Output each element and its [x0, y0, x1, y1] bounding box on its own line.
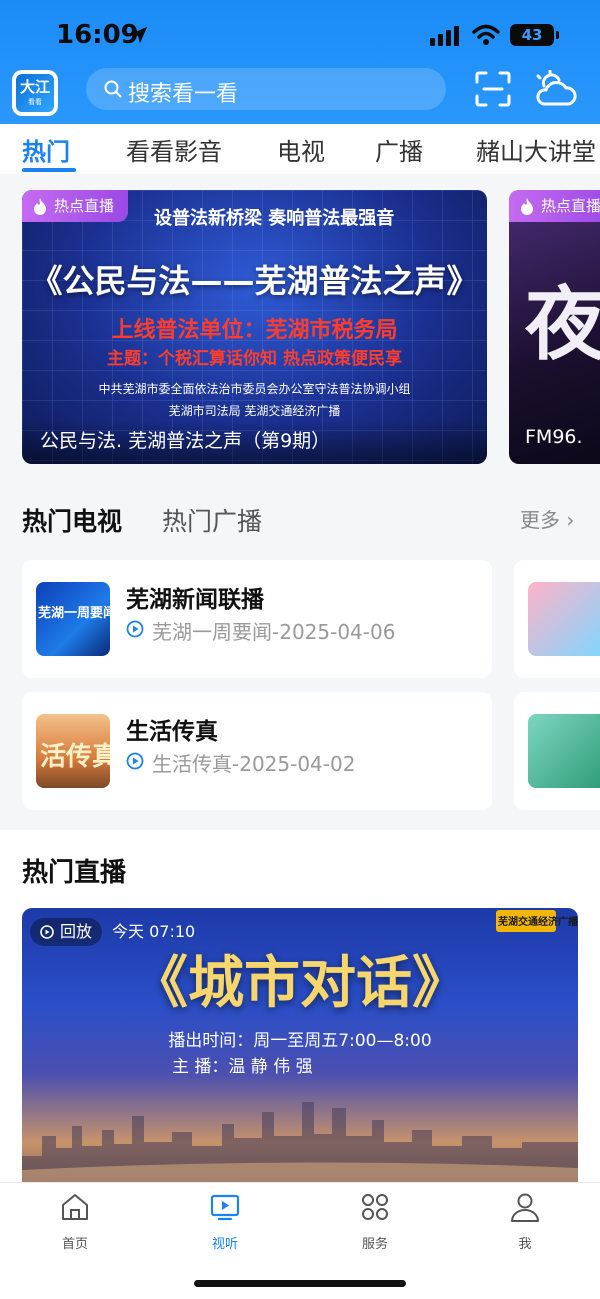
- play-screen-icon: [210, 1194, 240, 1221]
- search-icon: [104, 80, 122, 98]
- category-tabs: 热门 看看影音 电视 广播 赭山大讲堂: [0, 124, 600, 174]
- list-item[interactable]: 活传真 生活传真 生活传真-2025-04-02: [22, 692, 492, 810]
- nav-label: 我: [518, 1237, 532, 1252]
- cellular-signal-icon: [430, 26, 459, 46]
- nav-home[interactable]: 首页: [35, 1191, 115, 1261]
- scan-icon[interactable]: [474, 70, 512, 108]
- nav-label: 视听: [211, 1237, 238, 1252]
- banner-unit-line: 上线普法单位：芜湖市税务局: [111, 317, 398, 343]
- battery-indicator: 43: [510, 24, 554, 46]
- play-circle-icon: [126, 620, 144, 638]
- hot-live-badge: 热点直播: [22, 190, 129, 222]
- weather-icon[interactable]: [532, 70, 578, 108]
- banner-big-char: 夜: [525, 277, 600, 371]
- banner-main-title: 《公民与法——芜湖普法之声》: [30, 262, 479, 300]
- banner-org-line: 中共芜湖市委全面依法治市委员会办公室守法普法协调小组: [98, 382, 411, 396]
- wifi-icon: [472, 24, 500, 45]
- grid-icon: [362, 1194, 388, 1220]
- tab-hot-tv[interactable]: 热门电视: [22, 502, 122, 538]
- status-time: 16:09: [56, 20, 139, 50]
- city-skyline-image: [22, 1102, 578, 1184]
- banner-top-line: 设普法新桥梁 奏响普法最强音: [154, 208, 395, 229]
- play-circle-icon: [126, 752, 144, 770]
- home-indicator[interactable]: [194, 1280, 406, 1287]
- search-input[interactable]: 搜索看一看: [86, 68, 446, 110]
- nav-label: 首页: [61, 1237, 88, 1252]
- search-placeholder: 搜索看一看: [128, 82, 239, 107]
- thumbnail-text: 活传真: [40, 742, 110, 772]
- live-time: 今天 07:10: [112, 922, 196, 941]
- flame-icon: [521, 198, 533, 215]
- station-logo: 芜湖交通经济广播: [496, 910, 578, 932]
- live-hosts: 主 播：温 静 伟 强: [172, 1057, 313, 1077]
- app-logo[interactable]: 大江 看看: [12, 70, 58, 116]
- battery-level: 43: [521, 26, 543, 44]
- banner-topic-line: 主题：个税汇算话你知 热点政策便民享: [107, 349, 402, 369]
- live-card[interactable]: 《城市对话》 播出时间：周一至周五7:00—8:00 主 播：温 静 伟 强 回…: [22, 908, 578, 1184]
- tab-heshan-lecture[interactable]: 赭山大讲堂: [476, 132, 596, 167]
- program-thumbnail: 活传真: [36, 714, 110, 788]
- top-header: 16:09 43 大江 看看 搜索看一看: [0, 0, 600, 124]
- list-item[interactable]: [514, 560, 600, 678]
- thumbnail-text: 芜湖一周要闻: [38, 606, 110, 621]
- flame-icon: [34, 198, 46, 215]
- app-logo-subtext: 看看: [28, 98, 42, 106]
- status-bar: 16:09 43: [0, 0, 600, 64]
- tab-hot[interactable]: 热门: [22, 132, 70, 167]
- banner-caption: 公民与法. 芜湖普法之声（第9期）: [22, 420, 487, 464]
- nav-label: 服务: [361, 1237, 388, 1252]
- banner-card[interactable]: 设普法新桥梁 奏响普法最强音 《公民与法——芜湖普法之声》 上线普法单位：芜湖市…: [22, 190, 487, 464]
- battery-cap: [556, 31, 559, 39]
- live-program-title: 《城市对话》: [132, 950, 468, 1016]
- hot-live-badge: 热点直播: [509, 190, 600, 222]
- tab-radio[interactable]: 广播: [375, 132, 423, 167]
- list-item[interactable]: 芜湖一周要闻 芜湖新闻联播 芜湖一周要闻-2025-04-06: [22, 560, 492, 678]
- banner-org-line: 芜湖市司法局 芜湖交通经济广播: [168, 404, 341, 418]
- nav-services[interactable]: 服务: [335, 1191, 415, 1261]
- program-episode: 生活传真-2025-04-02: [152, 752, 356, 776]
- program-thumbnail: 芜湖一周要闻: [36, 582, 110, 656]
- program-episode: 芜湖一周要闻-2025-04-06: [152, 620, 396, 644]
- user-icon: [511, 1193, 539, 1222]
- program-thumbnail: [528, 714, 600, 788]
- tab-video-audio[interactable]: 看看影音: [126, 132, 222, 167]
- program-title: 生活传真: [126, 719, 218, 745]
- location-arrow-icon: [130, 26, 148, 44]
- home-icon: [62, 1194, 88, 1220]
- banner-card[interactable]: 夜 FM96. 热点直播: [509, 190, 600, 464]
- section-title: 热门直播: [22, 858, 127, 888]
- active-tab-indicator: [22, 168, 76, 172]
- replay-label: 回放: [30, 918, 103, 946]
- more-link[interactable]: 更多 ›: [520, 504, 574, 533]
- nav-me[interactable]: 我: [485, 1191, 565, 1261]
- app-logo-text: 大江: [19, 78, 50, 96]
- banner-caption: FM96.: [525, 426, 583, 448]
- program-title: 芜湖新闻联播: [126, 587, 264, 613]
- list-item[interactable]: [514, 692, 600, 810]
- program-thumbnail: [528, 582, 600, 656]
- nav-audiovisual[interactable]: 视听: [185, 1191, 265, 1261]
- tab-hot-radio[interactable]: 热门广播: [162, 502, 262, 538]
- tab-tv[interactable]: 电视: [277, 132, 325, 167]
- replay-icon: [40, 925, 54, 939]
- live-schedule: 播出时间：周一至周五7:00—8:00: [168, 1031, 432, 1051]
